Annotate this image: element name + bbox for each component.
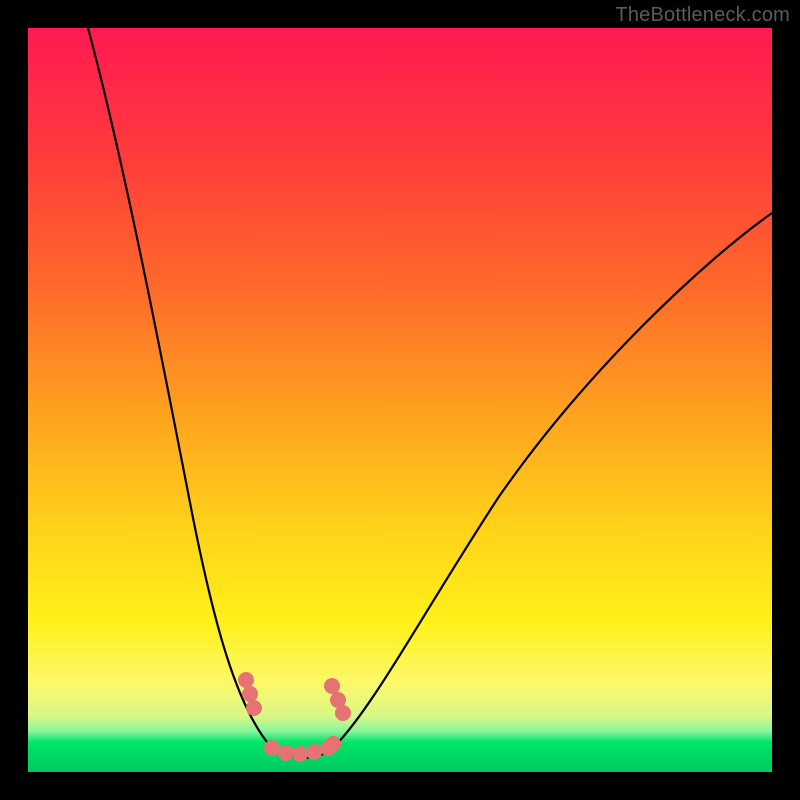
outer-frame: TheBottleneck.com bbox=[0, 0, 800, 800]
plot-area bbox=[28, 28, 772, 772]
curve-svg bbox=[28, 28, 772, 772]
watermark-label: TheBottleneck.com bbox=[615, 4, 790, 27]
bottleneck-curve bbox=[88, 28, 772, 758]
marker-dots bbox=[238, 672, 351, 762]
